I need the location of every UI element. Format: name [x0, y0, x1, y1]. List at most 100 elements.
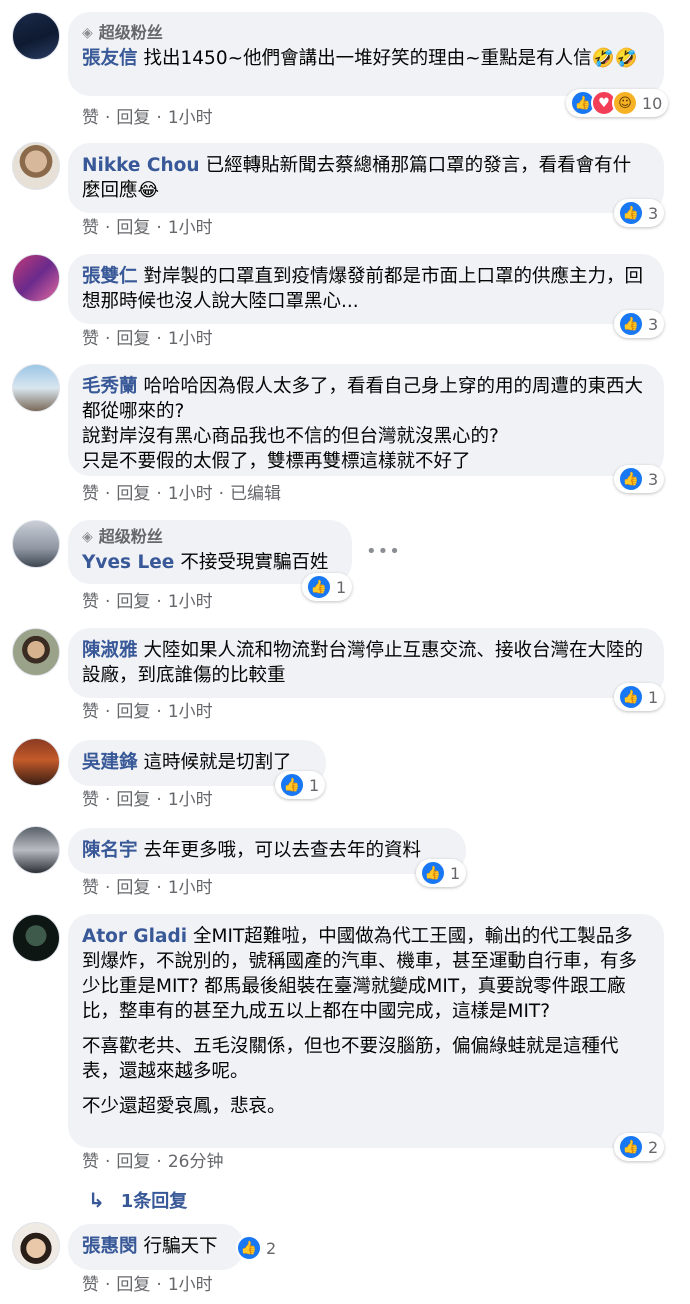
reply-button[interactable]: 回复: [116, 878, 150, 898]
reaction-summary[interactable]: 👍 3: [614, 199, 665, 227]
comment-text: 對岸製的口罩直到疫情爆發前都是市面上口罩的供應主力，回想那時候也沒人說大陸口罩黑…: [82, 266, 644, 312]
view-replies-link[interactable]: ↳ 1条回复: [88, 1187, 187, 1213]
timestamp[interactable]: 26分钟: [168, 1152, 224, 1172]
comment-actions: 赞 · 回复 · 26分钟: [82, 1152, 224, 1172]
avatar[interactable]: [12, 364, 60, 412]
comment-bubble: 毛秀蘭 哈哈哈因為假人太多了，看看自己身上穿的用的周遭的東西大都從哪來的? 說對岸…: [68, 364, 664, 476]
like-button[interactable]: 赞: [82, 484, 99, 504]
reaction-count: 1: [336, 577, 347, 597]
like-button[interactable]: 赞: [82, 1275, 99, 1295]
comment-text: 哈哈哈因為假人太多了，看看自己身上穿的用的周遭的東西大都從哪來的?: [82, 376, 644, 422]
comment-text-line: 只是不要假的太假了，雙標再雙標這樣就不好了: [82, 451, 471, 472]
avatar[interactable]: [12, 142, 60, 190]
avatar[interactable]: [12, 826, 60, 874]
timestamp[interactable]: 1小时: [168, 484, 213, 504]
timestamp[interactable]: 1小时: [168, 790, 213, 810]
reply-button[interactable]: 回复: [116, 592, 150, 612]
reaction-count: 1: [648, 687, 659, 707]
like-button[interactable]: 赞: [82, 790, 99, 810]
timestamp[interactable]: 1小时: [168, 702, 213, 722]
comment-actions: 赞 · 回复 · 1小时: [82, 1275, 213, 1295]
timestamp[interactable]: 1小时: [168, 329, 213, 349]
comment-author[interactable]: 吳建鋒: [82, 752, 138, 773]
like-button[interactable]: 赞: [82, 329, 99, 349]
thumbs-up-icon: 👍: [618, 200, 644, 226]
reply-button[interactable]: 回复: [116, 702, 150, 722]
comment-author[interactable]: Yves Lee: [82, 552, 174, 573]
reaction-count: 3: [648, 203, 659, 223]
comment-actions: 赞 · 回复 · 1小时: [82, 878, 213, 898]
comment-actions: 赞 · 回复 · 1小时: [82, 702, 213, 722]
comment-paragraph: 不喜歡老共、五毛沒關係，但也不要沒腦筋，偏偏綠蛙就是這種代表，還越來越多呢。: [82, 1036, 619, 1082]
reply-button[interactable]: 回复: [116, 790, 150, 810]
thumbs-up-icon: 👍: [618, 1134, 644, 1160]
avatar[interactable]: [12, 12, 60, 60]
comment-author[interactable]: 張惠閔: [82, 1236, 138, 1257]
ellipsis-icon[interactable]: •••: [366, 541, 401, 562]
timestamp[interactable]: 1小时: [168, 878, 213, 898]
reaction-summary[interactable]: 👍 2: [614, 1133, 665, 1161]
diamond-icon: ◈: [82, 529, 93, 545]
edited-label[interactable]: 已编辑: [230, 484, 281, 504]
thumbs-up-icon: 👍: [420, 860, 446, 886]
avatar[interactable]: [12, 628, 60, 676]
thumbs-up-icon: 👍: [618, 466, 644, 492]
comment-bubble: ◈ 超级粉丝 張友信 找出1450~他們會講出一堆好笑的理由~重點是有人信🤣🤣: [68, 12, 664, 96]
comment-bubble: 張雙仁 對岸製的口罩直到疫情爆發前都是市面上口罩的供應主力，回想那時候也沒人說大陸…: [68, 254, 664, 324]
avatar[interactable]: [12, 520, 60, 568]
avatar[interactable]: [12, 254, 60, 302]
reply-button[interactable]: 回复: [116, 1275, 150, 1295]
avatar[interactable]: [12, 738, 60, 786]
reply-button[interactable]: 回复: [116, 1152, 150, 1172]
avatar[interactable]: [12, 1222, 60, 1270]
reaction-summary[interactable]: 👍 1: [275, 771, 326, 799]
thumbs-up-icon: 👍: [618, 684, 644, 710]
comment-bubble: Nikke Chou 已經轉貼新聞去蔡總桶那篇口罩的發言，看看會有什麼回應😂: [68, 143, 664, 213]
like-button[interactable]: 赞: [82, 108, 99, 128]
super-fan-badge: ◈ 超级粉丝: [82, 527, 163, 546]
comment-bubble: 陳名宇 去年更多哦，可以去查去年的資料: [68, 828, 466, 874]
reaction-count: 2: [266, 1238, 277, 1258]
comment-author[interactable]: 陳淑雅: [82, 640, 138, 661]
like-button[interactable]: 赞: [82, 1152, 99, 1172]
reaction-summary[interactable]: 👍 2: [232, 1234, 282, 1262]
reply-button[interactable]: 回复: [116, 329, 150, 349]
comment-author[interactable]: Ator Gladi: [82, 926, 187, 947]
reply-button[interactable]: 回复: [116, 108, 150, 128]
diamond-icon: ◈: [82, 25, 93, 41]
reaction-summary[interactable]: 👍 1: [302, 573, 353, 601]
timestamp[interactable]: 1小时: [168, 1275, 213, 1295]
reaction-count: 3: [648, 314, 659, 334]
comment-text: 這時候就是切割了: [143, 752, 292, 773]
comment-actions: 赞 · 回复 · 1小时: [82, 592, 213, 612]
reaction-summary[interactable]: 👍 1: [416, 859, 467, 887]
like-button[interactable]: 赞: [82, 218, 99, 238]
comment-actions: 赞 · 回复 · 1小时: [82, 218, 213, 238]
timestamp[interactable]: 1小时: [168, 592, 213, 612]
comment-author[interactable]: 毛秀蘭: [82, 376, 138, 397]
reply-button[interactable]: 回复: [116, 484, 150, 504]
comment-author[interactable]: 張友信: [82, 48, 138, 69]
timestamp[interactable]: 1小时: [168, 108, 213, 128]
reaction-count: 1: [309, 775, 320, 795]
super-fan-badge: ◈ 超级粉丝: [82, 23, 163, 42]
reply-button[interactable]: 回复: [116, 218, 150, 238]
laugh-icon: ☺: [612, 90, 638, 116]
avatar[interactable]: [12, 914, 60, 962]
like-button[interactable]: 赞: [82, 878, 99, 898]
timestamp[interactable]: 1小时: [168, 218, 213, 238]
reaction-summary[interactable]: 👍 ♥ ☺ 10: [566, 89, 669, 117]
comment-actions: 赞 · 回复 · 1小时: [82, 108, 213, 128]
comment-bubble: 陳淑雅 大陸如果人流和物流對台灣停止互惠交流、接收台灣在大陸的設廠，到底誰傷的比較…: [68, 628, 664, 698]
thumbs-up-icon: 👍: [236, 1235, 262, 1261]
like-button[interactable]: 赞: [82, 592, 99, 612]
thumbs-up-icon: 👍: [306, 574, 332, 600]
comment-author[interactable]: Nikke Chou: [82, 155, 200, 176]
reaction-summary[interactable]: 👍 1: [614, 683, 665, 711]
comment-text: 找出1450~他們會講出一堆好笑的理由~重點是有人信🤣🤣: [143, 48, 638, 69]
like-button[interactable]: 赞: [82, 702, 99, 722]
reaction-summary[interactable]: 👍 3: [614, 310, 665, 338]
comment-author[interactable]: 張雙仁: [82, 266, 138, 287]
reaction-summary[interactable]: 👍 3: [614, 465, 665, 493]
comment-author[interactable]: 陳名宇: [82, 840, 138, 861]
